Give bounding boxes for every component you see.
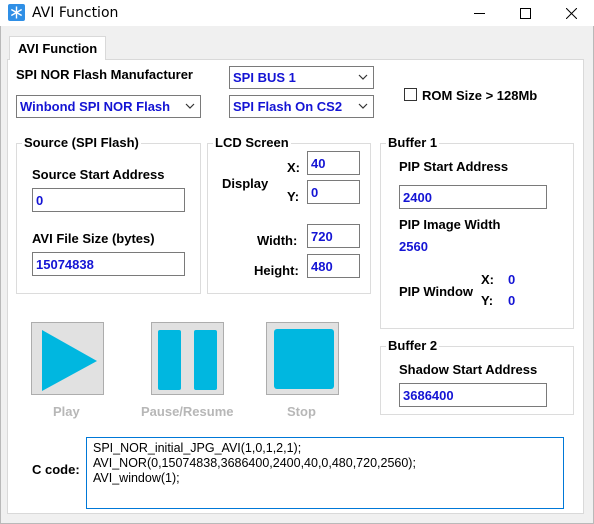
height-label: Height:	[254, 263, 299, 278]
rom-size-checkbox[interactable]	[404, 88, 417, 101]
maximize-icon	[519, 7, 531, 19]
spi-bus-value: SPI BUS 1	[233, 70, 296, 85]
spi-cs-select[interactable]: SPI Flash On CS2	[229, 95, 374, 118]
code-line: SPI_NOR_initial_JPG_AVI(1,0,1,2,1);	[93, 441, 302, 455]
chevron-down-icon	[185, 103, 195, 109]
pip-window-y-label: Y:	[481, 293, 494, 308]
pip-window-x-value: 0	[508, 272, 516, 287]
c-code-label: C code:	[32, 462, 80, 477]
play-icon	[42, 330, 97, 391]
file-size-label: AVI File Size (bytes)	[32, 231, 155, 246]
source-start-label: Source Start Address	[32, 167, 165, 182]
code-line: AVI_window(1);	[93, 471, 180, 485]
close-icon	[565, 7, 577, 19]
play-label: Play	[53, 404, 80, 419]
pause-resume-label: Pause/Resume	[141, 404, 234, 419]
pause-icon	[158, 330, 217, 390]
maximize-button[interactable]	[502, 0, 548, 26]
width-label: Width:	[257, 233, 298, 248]
lcd-group-title: LCD Screen	[213, 135, 291, 150]
manufacturer-select[interactable]: Winbond SPI NOR Flash	[16, 95, 201, 118]
display-y-input[interactable]: 0	[307, 180, 360, 204]
pip-start-input[interactable]: 2400	[399, 185, 547, 209]
minimize-button[interactable]	[456, 0, 502, 26]
shadow-start-label: Shadow Start Address	[399, 362, 538, 377]
buffer1-group-title: Buffer 1	[386, 135, 440, 150]
source-group-title: Source (SPI Flash)	[22, 135, 141, 150]
stop-icon	[274, 329, 334, 389]
title-bar: AVI Function	[0, 0, 594, 26]
buffer2-group-title: Buffer 2	[386, 338, 440, 353]
stop-button[interactable]	[266, 322, 339, 395]
pause-resume-button[interactable]	[151, 322, 224, 395]
code-line: AVI_NOR(0,15074838,3686400,2400,40,0,480…	[93, 456, 416, 470]
pip-width-label: PIP Image Width	[399, 217, 501, 232]
shadow-start-input[interactable]: 3686400	[399, 383, 547, 407]
chevron-down-icon	[358, 74, 368, 80]
display-label: Display	[222, 176, 269, 191]
snowflake-icon	[8, 4, 25, 21]
pip-window-x-label: X:	[481, 272, 494, 287]
close-button[interactable]	[548, 0, 594, 26]
c-code-textarea[interactable]: SPI_NOR_initial_JPG_AVI(1,0,1,2,1); AVI_…	[86, 437, 564, 509]
pip-start-label: PIP Start Address	[399, 159, 509, 174]
window-title: AVI Function	[32, 5, 119, 21]
display-x-label: X:	[287, 160, 300, 175]
spi-cs-value: SPI Flash On CS2	[233, 99, 343, 114]
chevron-down-icon	[358, 103, 368, 109]
height-input[interactable]: 480	[307, 254, 360, 278]
pip-window-y-value: 0	[508, 293, 516, 308]
file-size-input[interactable]: 15074838	[32, 252, 185, 276]
source-start-input[interactable]: 0	[32, 188, 185, 212]
spi-bus-select[interactable]: SPI BUS 1	[229, 66, 374, 89]
pip-width-value: 2560	[399, 239, 428, 254]
tab-avi-function[interactable]: AVI Function	[9, 36, 106, 60]
display-x-input[interactable]: 40	[307, 151, 360, 175]
minimize-icon	[473, 12, 485, 14]
manufacturer-value: Winbond SPI NOR Flash	[20, 99, 171, 114]
stop-label: Stop	[287, 404, 316, 419]
pip-window-label: PIP Window	[399, 284, 474, 299]
rom-size-label: ROM Size > 128Mb	[422, 88, 538, 103]
manufacturer-label: SPI NOR Flash Manufacturer	[16, 67, 193, 82]
width-input[interactable]: 720	[307, 224, 360, 248]
display-y-label: Y:	[287, 189, 300, 204]
play-button[interactable]	[31, 322, 104, 395]
